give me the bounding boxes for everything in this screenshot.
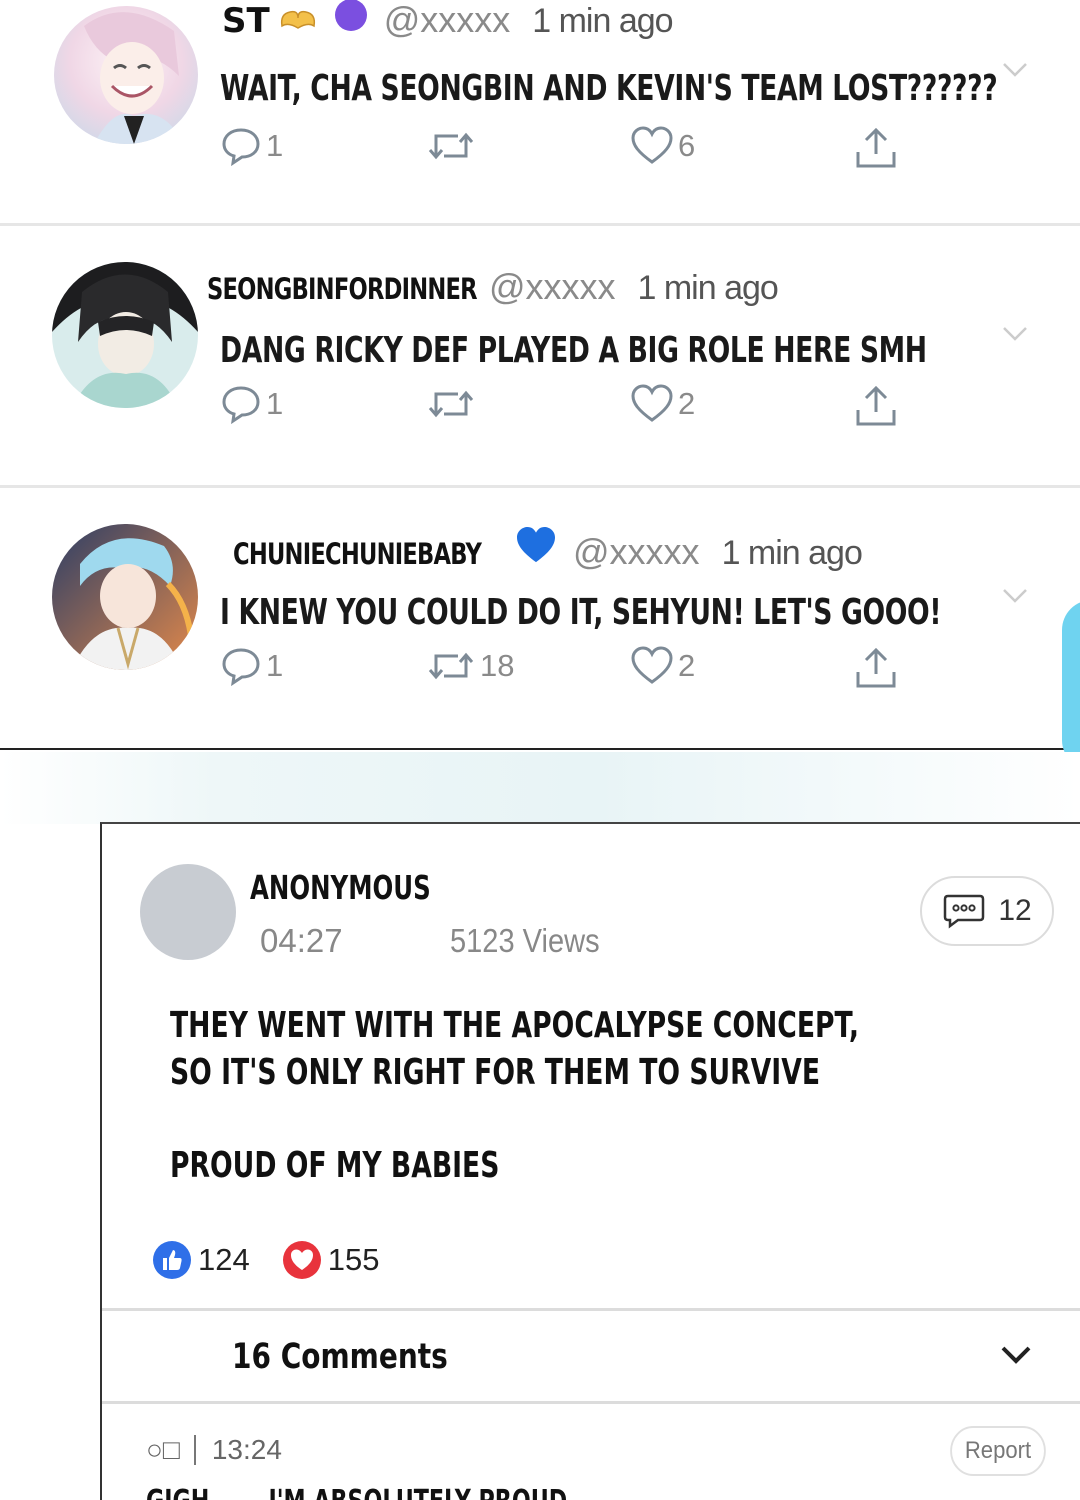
chevron-down-icon xyxy=(1001,1346,1031,1364)
timestamp: 1 min ago xyxy=(532,2,673,40)
blue-heart-icon xyxy=(515,526,557,569)
forum-post-card: ANONYMOUS 04:27 5123 Views 12 THEY WENT … xyxy=(100,822,1080,1500)
tweet-actions: 1 2 xyxy=(220,384,920,428)
like-count: 2 xyxy=(678,386,696,421)
purple-circle-icon xyxy=(334,0,368,37)
share-icon xyxy=(856,385,896,426)
share-button[interactable] xyxy=(854,126,898,170)
comment-author[interactable]: ○□ xyxy=(146,1434,180,1466)
reply-count: 1 xyxy=(266,648,284,683)
thumbs-up-reaction[interactable]: 124 xyxy=(152,1240,250,1280)
decorative-blue-edge xyxy=(1062,600,1080,770)
retweet-button[interactable] xyxy=(426,384,480,424)
retweet-count: 18 xyxy=(480,648,515,683)
comments-label: 16 Comments xyxy=(232,1337,448,1377)
retweet-icon xyxy=(428,652,474,680)
heart-reaction[interactable]: 155 xyxy=(282,1240,380,1280)
tweet-feed: ST @xxxxx 1 min ago WAIT, CHA SEONGBIN A… xyxy=(0,0,1080,752)
post-author[interactable]: ANONYMOUS xyxy=(250,868,431,907)
comment-bubble-icon xyxy=(944,894,985,929)
heart-icon xyxy=(282,1241,321,1279)
reply-button[interactable]: 1 xyxy=(220,126,283,166)
heart-count: 155 xyxy=(327,1242,380,1277)
post-body: THEY WENT WITH THE APOCALYPSE CONCEPT, S… xyxy=(170,1002,859,1189)
divider xyxy=(102,1401,1080,1404)
retweet-button[interactable] xyxy=(426,126,480,166)
tweet-header: ST @xxxxx 1 min ago xyxy=(222,0,674,41)
display-name[interactable]: SEONGBINFORDINNER xyxy=(207,272,478,306)
tweet: CHUNIECHUNIEBABY @xxxxx 1 min ago I KNEW… xyxy=(0,488,1080,750)
timestamp: 1 min ago xyxy=(637,269,778,307)
handle[interactable]: @xxxxx xyxy=(384,0,511,41)
retweet-icon xyxy=(428,132,474,160)
hands-heart-icon xyxy=(278,6,318,37)
comment-count-button[interactable]: 12 xyxy=(920,876,1054,946)
share-icon xyxy=(856,647,896,688)
heart-icon xyxy=(631,646,673,684)
comment-meta: ○□ 13:24 xyxy=(146,1434,282,1466)
share-button[interactable] xyxy=(854,646,898,690)
tweet-text: WAIT, CHA SEONGBIN AND KEVIN'S TEAM LOST… xyxy=(220,68,998,109)
avatar[interactable] xyxy=(54,6,198,144)
reply-icon xyxy=(222,648,260,686)
reply-icon xyxy=(222,386,260,424)
timestamp: 1 min ago xyxy=(721,534,863,572)
thumbs-up-icon xyxy=(153,1241,191,1279)
post-body-line: SO IT'S ONLY RIGHT FOR THEM TO SURVIVE xyxy=(170,1052,821,1093)
avatar[interactable] xyxy=(140,864,236,960)
chevron-down-icon[interactable] xyxy=(1002,588,1028,604)
tweet-header: SEONGBINFORDINNER @xxxxx 1 min ago xyxy=(207,266,779,308)
tweet-actions: 1 18 2 xyxy=(220,646,920,690)
reply-count: 1 xyxy=(266,386,284,421)
like-count: 6 xyxy=(678,128,696,163)
divider xyxy=(193,1435,196,1465)
display-name[interactable]: ST xyxy=(222,1,270,41)
comment-time: 13:24 xyxy=(211,1434,282,1465)
tweet-actions: 1 6 xyxy=(220,126,920,170)
heart-icon xyxy=(631,384,673,422)
like-button[interactable]: 2 xyxy=(630,646,695,686)
comment-name-fragment: GIGH xyxy=(146,1484,209,1500)
comment-text-fragment: I'M ABSOLUTELY PROUD xyxy=(268,1484,567,1500)
comment-count: 12 xyxy=(998,894,1032,927)
avatar[interactable] xyxy=(52,262,198,408)
reply-icon xyxy=(222,128,260,166)
comments-toggle[interactable]: 16 Comments xyxy=(102,1311,1080,1401)
share-button[interactable] xyxy=(854,384,898,428)
reactions-bar: 124 155 xyxy=(152,1240,411,1280)
comment-text: GIGH I'M ABSOLUTELY PROUD xyxy=(146,1484,567,1500)
post-body-line: PROUD OF MY BABIES xyxy=(170,1145,500,1186)
like-button[interactable]: 2 xyxy=(630,384,695,424)
reply-count: 1 xyxy=(266,128,284,163)
tweet-text: DANG RICKY DEF PLAYED A BIG ROLE HERE SM… xyxy=(220,330,927,371)
like-count: 2 xyxy=(678,648,696,683)
chevron-down-icon[interactable] xyxy=(1002,62,1028,78)
report-button[interactable]: Report xyxy=(950,1426,1046,1476)
handle[interactable]: @xxxxx xyxy=(489,266,616,308)
thumbs-up-count: 124 xyxy=(198,1242,250,1277)
divider xyxy=(0,748,1080,750)
post-views: 5123 Views xyxy=(450,922,600,959)
share-icon xyxy=(856,127,896,168)
retweet-icon xyxy=(428,390,474,418)
chevron-down-icon[interactable] xyxy=(1002,326,1028,342)
like-button[interactable]: 6 xyxy=(630,126,695,166)
retweet-button[interactable]: 18 xyxy=(426,646,514,686)
decorative-background-strip xyxy=(0,752,1080,824)
tweet-header: CHUNIECHUNIEBABY @xxxxx 1 min ago xyxy=(233,526,863,573)
heart-icon xyxy=(631,126,673,164)
handle[interactable]: @xxxxx xyxy=(573,531,700,573)
tweet: SEONGBINFORDINNER @xxxxx 1 min ago DANG … xyxy=(0,226,1080,488)
avatar[interactable] xyxy=(52,524,198,670)
tweet: ST @xxxxx 1 min ago WAIT, CHA SEONGBIN A… xyxy=(0,0,1080,226)
post-time: 04:27 xyxy=(260,922,343,959)
display-name[interactable]: CHUNIECHUNIEBABY xyxy=(233,537,482,571)
tweet-text: I KNEW YOU COULD DO IT, SEHYUN! LET'S GO… xyxy=(220,592,942,633)
post-body-line: THEY WENT WITH THE APOCALYPSE CONCEPT, xyxy=(170,1005,860,1046)
reply-button[interactable]: 1 xyxy=(220,646,283,686)
reply-button[interactable]: 1 xyxy=(220,384,283,424)
